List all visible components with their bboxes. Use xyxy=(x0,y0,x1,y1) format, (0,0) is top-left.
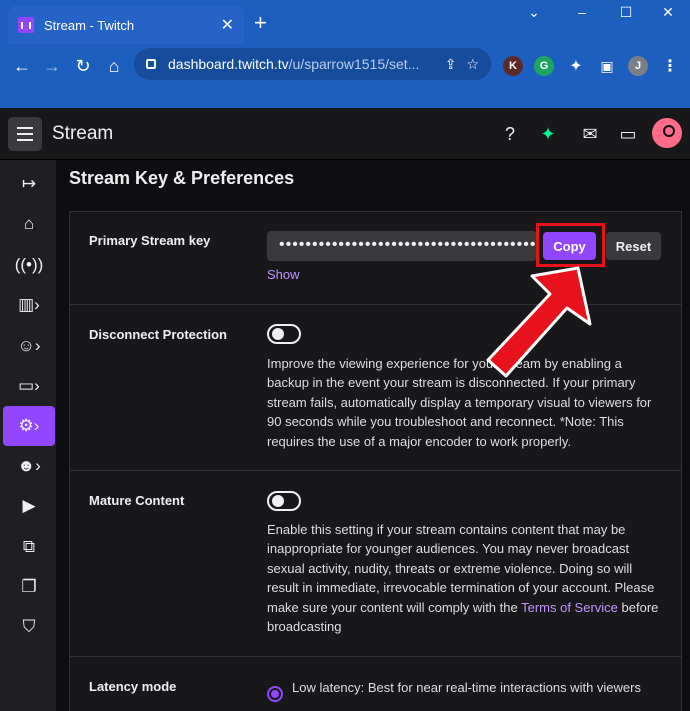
home-nav-icon[interactable]: ⌂ xyxy=(3,204,55,244)
window-close-button[interactable]: ✕ xyxy=(646,4,690,21)
disconnect-protection-toggle[interactable] xyxy=(267,324,301,344)
url-path: /u/sparrow1515/set... xyxy=(288,56,420,72)
twitch-favicon-icon xyxy=(18,17,34,33)
primary-stream-key-label: Primary Stream key xyxy=(89,233,211,248)
extension-k-icon[interactable]: K xyxy=(503,56,523,76)
browser-tab[interactable]: Stream - Twitch ✕ xyxy=(8,6,244,44)
forward-arrow-icon[interactable]: → xyxy=(38,52,66,80)
app-header: Stream ? ✦ ✉ ▭ xyxy=(0,108,690,160)
side-panel-icon[interactable]: ▣ xyxy=(597,56,617,76)
expand-sidebar-icon[interactable]: ↦ xyxy=(3,164,55,204)
app-title: Stream xyxy=(52,123,114,144)
minimize-button[interactable]: – xyxy=(560,4,604,20)
browser-toolbar: ← → ↻ ⌂ dashboard.twitch.tv/u/sparrow151… xyxy=(0,44,690,108)
safety-shield-icon[interactable]: ⛉ xyxy=(3,607,55,647)
chevron-down-icon[interactable]: ⌄ xyxy=(512,4,556,21)
extensions-puzzle-icon[interactable]: ✦ xyxy=(566,56,586,76)
community-icon[interactable]: ☺› xyxy=(3,326,55,366)
viewer-rewards-icon[interactable]: ☻› xyxy=(3,446,55,486)
home-icon[interactable]: ⌂ xyxy=(100,52,128,80)
whispers-icon[interactable]: ▭ xyxy=(616,124,640,145)
help-icon[interactable]: ? xyxy=(498,124,522,145)
bookmark-star-icon[interactable]: ☆ xyxy=(466,56,479,73)
terms-of-service-link[interactable]: Terms of Service xyxy=(521,600,618,615)
inbox-icon[interactable]: ✉ xyxy=(578,124,602,145)
extensions-icon[interactable]: ⧉ xyxy=(3,527,55,567)
address-bar[interactable]: dashboard.twitch.tv/u/sparrow1515/set...… xyxy=(134,48,491,80)
mature-content-description: Enable this setting if your stream conta… xyxy=(267,520,667,636)
content-icon[interactable]: ▭› xyxy=(3,366,55,406)
row-divider xyxy=(70,470,681,471)
settings-gear-icon[interactable]: ⚙› xyxy=(3,406,55,446)
profile-avatar[interactable]: J xyxy=(628,56,648,76)
stream-key-field[interactable]: •••••••••••••••••••••••••••••••••••••••• xyxy=(267,231,537,261)
stream-manager-icon[interactable]: ((•)) xyxy=(3,245,55,285)
new-tab-icon[interactable]: + xyxy=(254,10,267,36)
row-divider xyxy=(70,656,681,657)
reload-icon[interactable]: ↻ xyxy=(69,52,97,80)
url-domain: dashboard.twitch.tv xyxy=(168,56,289,72)
low-latency-option-label: Low latency: Best for near real-time int… xyxy=(292,680,641,695)
low-latency-radio[interactable] xyxy=(267,686,283,702)
lock-icon xyxy=(146,59,156,69)
maximize-button[interactable]: ☐ xyxy=(604,4,648,21)
annotation-arrow-icon xyxy=(486,266,592,378)
show-key-link[interactable]: Show xyxy=(267,267,300,282)
reset-button[interactable]: Reset xyxy=(606,232,661,260)
user-avatar[interactable] xyxy=(652,118,682,148)
analytics-icon[interactable]: ▥› xyxy=(3,285,55,325)
creator-sidebar: ↦ ⌂ ((•)) ▥› ☺› ▭› ⚙› ☻› ▶ ⧉ ❐ ⛉ xyxy=(0,160,56,711)
video-camera-icon[interactable]: ▶ xyxy=(3,486,55,526)
tab-close-icon[interactable]: ✕ xyxy=(221,15,234,35)
creator-camp-book-icon[interactable]: ❐ xyxy=(3,567,55,607)
mature-content-label: Mature Content xyxy=(89,493,185,508)
latency-mode-label: Latency mode xyxy=(89,679,177,694)
disconnect-protection-description: Improve the viewing experience for your … xyxy=(267,356,652,449)
browser-menu-icon[interactable]: ⋮ xyxy=(660,56,680,76)
extension-g-icon[interactable]: G xyxy=(534,56,554,76)
hamburger-menu-button[interactable] xyxy=(8,117,42,151)
mature-content-toggle[interactable] xyxy=(267,491,301,511)
disconnect-protection-label: Disconnect Protection xyxy=(89,327,227,342)
back-arrow-icon[interactable]: ← xyxy=(8,52,36,80)
page-title: Stream Key & Preferences xyxy=(69,168,295,188)
sparkle-icon[interactable]: ✦ xyxy=(536,124,560,145)
tab-title: Stream - Twitch xyxy=(44,17,135,33)
share-icon[interactable]: ⇪ xyxy=(445,56,457,73)
